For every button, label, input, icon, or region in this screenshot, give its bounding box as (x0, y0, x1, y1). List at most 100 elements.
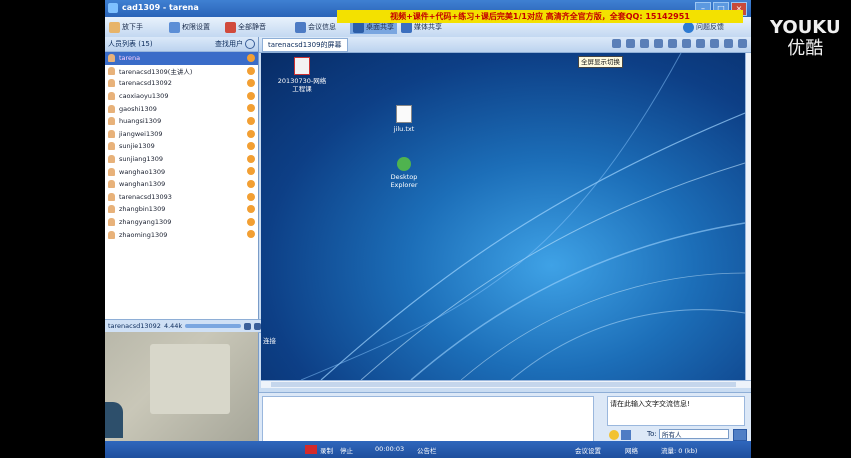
recipient-select[interactable]: 所有人 (659, 429, 729, 439)
user-panel: 人员列表 (15) 查找用户 tarena tarenacsd1309(主讲人) t… (105, 37, 264, 441)
popout-icon[interactable] (254, 322, 261, 330)
chat-icon[interactable] (640, 39, 649, 48)
record-icon[interactable] (305, 445, 317, 454)
user-avatar-icon (108, 92, 115, 101)
vertical-scrollbar[interactable] (745, 53, 751, 380)
meeting-settings-button[interactable]: 会议设置 (575, 445, 601, 455)
desktop-share-label: 桌面共享 (366, 23, 394, 31)
user-avatar-icon (108, 142, 115, 151)
app-icon (108, 3, 118, 13)
text-file-icon (396, 105, 412, 123)
font-icon[interactable] (621, 430, 631, 440)
user-name: tarenacsd1309(主讲人) (119, 67, 193, 76)
marker-icon[interactable] (682, 39, 691, 48)
record-button[interactable]: 录制 (320, 445, 333, 455)
user-row[interactable]: jiangwei1309 (105, 128, 258, 141)
user-avatar-icon (108, 79, 115, 88)
user-name: huangsi1309 (119, 117, 162, 126)
notice-board-button[interactable]: 公告栏 (417, 445, 437, 455)
desktop-icon-explorer[interactable]: Desktop Explorer (379, 157, 429, 189)
tab-screen[interactable]: tarenacsd1309的屏幕 (262, 38, 348, 52)
shared-desktop[interactable]: 20130730-网络工程课 jilu.txt Desktop Explorer… (261, 53, 745, 380)
volume-slider[interactable] (185, 324, 241, 328)
send-button[interactable] (733, 429, 747, 441)
user-row[interactable]: zhaoming1309 (105, 228, 258, 241)
user-status-icon (247, 192, 255, 201)
brush-icon[interactable] (668, 39, 677, 48)
desktop-icon-label: jilu.txt (393, 125, 415, 133)
user-row[interactable]: sunjie1309 (105, 140, 258, 153)
stop-button[interactable]: 停止 (340, 445, 353, 455)
settings-icon[interactable] (244, 322, 251, 330)
user-status-icon (247, 104, 255, 113)
user-row[interactable]: zhangyang1309 (105, 216, 258, 229)
horizontal-scrollbar[interactable] (261, 380, 751, 388)
line-icon[interactable] (696, 39, 705, 48)
user-name: jiangwei1309 (119, 129, 163, 138)
user-row[interactable]: caoxiaoyu1309 (105, 90, 258, 103)
user-name: gaoshi1309 (119, 104, 157, 113)
find-user-link[interactable]: 查找用户 (215, 39, 243, 49)
user-avatar-icon (108, 192, 115, 201)
pen-icon[interactable] (654, 39, 663, 48)
user-name: tarenacsd13092 (119, 79, 172, 88)
document-icon (294, 57, 310, 75)
user-status-icon (247, 205, 255, 214)
user-status-icon (247, 230, 255, 239)
fullscreen-icon[interactable] (626, 39, 635, 48)
color-icon[interactable] (738, 39, 747, 48)
user-status-icon (247, 116, 255, 125)
user-row[interactable]: wanghao1309 (105, 165, 258, 178)
user-row[interactable]: gaoshi1309 (105, 102, 258, 115)
user-row[interactable]: wanghan1309 (105, 178, 258, 191)
question-icon (683, 21, 694, 33)
video-rate: 4.44k (163, 322, 183, 330)
share-tabbar: tarenacsd1309的屏幕 (259, 37, 751, 53)
side-label: 连接 (263, 337, 276, 345)
media-icon (401, 21, 412, 33)
to-label: To: (647, 430, 657, 438)
user-name: zhangyang1309 (119, 218, 172, 227)
user-row[interactable]: tarena (105, 52, 258, 65)
user-row[interactable]: tarenacsd13093 (105, 191, 258, 204)
desktop-icon-label: Desktop Explorer (390, 173, 418, 189)
desktop-icon-folder[interactable]: 20130730-网络工程课 (277, 57, 327, 93)
user-name: caoxiaoyu1309 (119, 92, 169, 101)
meeting-window: cad1309 - tarena – □ × 放下手 权限设置 全部静音 会议信… (105, 0, 751, 458)
emoji-icon[interactable] (609, 430, 619, 440)
fullscreen-tooltip: 全屏显示切换 (578, 56, 623, 68)
raise-hand-label: 放下手 (122, 23, 143, 31)
user-avatar-icon (108, 205, 115, 214)
permissions-button[interactable]: 权限设置 (169, 20, 210, 34)
raise-hand-button[interactable]: 放下手 (109, 20, 143, 34)
user-status-icon (247, 167, 255, 176)
pointer-icon[interactable] (612, 39, 621, 48)
eraser-icon[interactable] (724, 39, 733, 48)
user-list-title: 人员列表 (15) (108, 40, 153, 48)
feedback-label: 问题反馈 (696, 23, 724, 31)
meeting-info-button[interactable]: 会议信息 (295, 20, 336, 34)
user-name: tarenacsd13093 (119, 192, 172, 201)
mute-icon (225, 21, 236, 33)
user-row[interactable]: tarenacsd1309(主讲人) (105, 65, 258, 78)
user-row[interactable]: huangsi1309 (105, 115, 258, 128)
desktop-icon-txt[interactable]: jilu.txt (379, 105, 429, 133)
user-name: wanghan1309 (119, 180, 166, 189)
video-bar: tarenacsd13092 4.44k (105, 319, 264, 333)
shape-icon[interactable] (710, 39, 719, 48)
user-avatar-icon (108, 66, 115, 75)
chat-input[interactable]: 请在此输入文字交流信息! (607, 396, 745, 426)
window-title: cad1309 - tarena (122, 3, 199, 12)
user-row[interactable]: zhangbin1309 (105, 203, 258, 216)
promo-banner: 视频+课件+代码+练习+课后完美1/1对应 高清齐全官方版，全套QQ: 1514… (337, 10, 743, 23)
search-icon[interactable] (245, 39, 255, 49)
info-icon (295, 21, 306, 33)
chat-log (262, 396, 594, 442)
mute-all-button[interactable]: 全部静音 (225, 20, 266, 34)
permissions-icon (169, 21, 180, 33)
user-row[interactable]: tarenacsd13092 (105, 77, 258, 90)
monitor-icon (353, 21, 364, 33)
hand-icon (109, 21, 120, 33)
user-row[interactable]: sunjiang1309 (105, 153, 258, 166)
user-status-icon (247, 179, 255, 188)
